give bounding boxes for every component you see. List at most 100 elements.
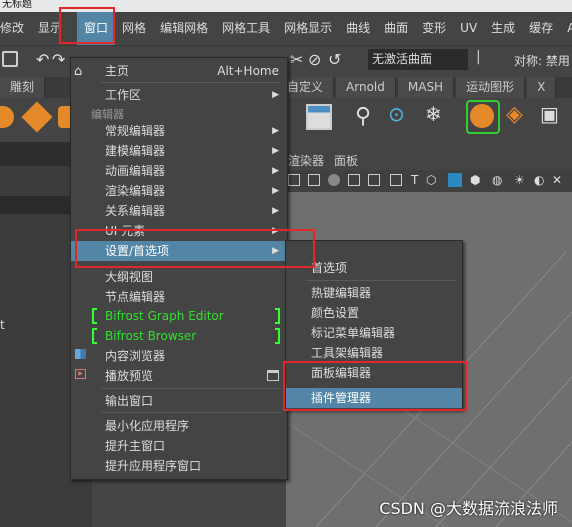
menu-mesh[interactable]: 网格	[115, 12, 153, 45]
diamond-tool-icon[interactable]	[21, 101, 53, 133]
lighting-icon[interactable]: ⬢	[470, 173, 480, 187]
smooth-shade-icon[interactable]	[448, 173, 462, 187]
layers-icon[interactable]: ◈	[506, 102, 523, 127]
menu-item-content-browser[interactable]: 内容浏览器	[71, 346, 287, 366]
redo-arrow-icon[interactable]: ↷	[52, 50, 65, 69]
tab-arnold[interactable]: Arnold	[336, 77, 396, 98]
panel-menu-panels[interactable]: 面板	[334, 152, 368, 169]
submenu-item-marking-menu-editor[interactable]: 标记菜单编辑器	[286, 323, 462, 343]
live-surface-field[interactable]: 无激活曲面	[368, 49, 468, 70]
undo-icon[interactable]: ↶	[36, 50, 49, 69]
menu-cache[interactable]: 缓存	[522, 12, 560, 45]
panel-menu-renderer[interactable]: 渲染器	[288, 152, 334, 169]
submenu-item-hotkey-editor[interactable]: 热键编辑器	[286, 283, 462, 303]
grid-icon[interactable]	[390, 174, 402, 186]
tab-x[interactable]: X	[527, 77, 557, 98]
snap-icon[interactable]: ⊘	[308, 50, 321, 69]
left-panel-text: t	[0, 318, 5, 332]
menu-item-label: 最小化应用程序	[105, 419, 190, 433]
menu-item-minimize-app[interactable]: 最小化应用程序	[71, 416, 287, 436]
menu-item-modeling-editors[interactable]: 建模编辑器 ▶	[71, 141, 287, 161]
menu-edit-mesh[interactable]: 编辑网格	[153, 12, 215, 45]
tab-sculpt[interactable]: 雕刻	[0, 77, 46, 98]
menu-item-node-editor[interactable]: 节点编辑器	[71, 287, 287, 307]
menu-surfaces[interactable]: 曲面	[377, 12, 415, 45]
sculpt-icon[interactable]	[0, 106, 14, 128]
home-shortcut: Alt+Home	[217, 64, 279, 78]
menu-item-render-editors[interactable]: 渲染编辑器 ▶	[71, 181, 287, 201]
menu-item-label: 内容浏览器	[105, 349, 166, 363]
cube-icon[interactable]: ⬡	[426, 173, 436, 187]
shadow-icon[interactable]: ◍	[492, 173, 502, 187]
curve-snap-icon[interactable]: ↺	[328, 50, 341, 69]
menu-item-relationship-editors[interactable]: 关系编辑器 ▶	[71, 201, 287, 221]
menu-item-label: 输出窗口	[105, 394, 154, 408]
shading-icon[interactable]	[328, 174, 340, 186]
watermark: CSDN @大数据流浪法师	[379, 499, 558, 518]
submenu-arrow-icon: ▶	[272, 186, 279, 196]
annotation-box-window-menu	[59, 7, 115, 44]
tab-motion-graphics[interactable]: 运动图形	[456, 77, 526, 98]
submenu-item-shelf-editor[interactable]: 工具架编辑器	[286, 343, 462, 363]
menu-modify[interactable]: 修改	[0, 12, 31, 45]
tab-mash[interactable]: MASH	[397, 77, 455, 98]
submenu-item-color-settings[interactable]: 颜色设置	[286, 303, 462, 323]
menu-deform[interactable]: 变形	[415, 12, 453, 45]
menu-item-label: Bifrost Graph Editor	[105, 309, 224, 323]
menu-item-animation-editors[interactable]: 动画编辑器 ▶	[71, 161, 287, 181]
submenu-arrow-icon: ▶	[272, 166, 279, 176]
menu-item-label: 建模编辑器	[105, 144, 166, 158]
text-icon[interactable]: T	[411, 173, 418, 187]
menu-item-outliner[interactable]: 大纲视图	[71, 267, 287, 287]
menu-item-raise-app-windows[interactable]: 提升应用程序窗口	[71, 456, 287, 476]
image-icon[interactable]	[368, 174, 380, 186]
menu-item-bifrost-browser[interactable]: Bifrost Browser	[71, 326, 287, 346]
light-icon[interactable]: ☀	[514, 173, 525, 187]
menu-separator	[101, 82, 281, 83]
window-dropdown-menu: ⌂ 主页 Alt+Home 工作区 ▶ 编辑器 常规编辑器 ▶ 建模编辑器 ▶ 动画…	[70, 57, 288, 480]
joint-icon[interactable]: ⚲	[355, 104, 371, 129]
menu-generate[interactable]: 生成	[484, 12, 522, 45]
menu-item-label: 提升主窗口	[105, 439, 166, 453]
menu-item-general-editors[interactable]: 常规编辑器 ▶	[71, 121, 287, 141]
option-box-icon[interactable]	[267, 370, 279, 381]
xray-icon[interactable]: ✕	[552, 173, 562, 187]
submenu-arrow-icon: ▶	[272, 146, 279, 156]
viewport-icon-bar: T ⬡ ⬢ ◍ ☀ ◐ ✕	[286, 170, 572, 192]
submenu-arrow-icon: ▶	[272, 90, 279, 100]
grid-table-icon[interactable]	[306, 104, 332, 130]
freeze-icon[interactable]: ❄	[425, 102, 442, 126]
menu-item-playblast[interactable]: 播放预览	[71, 366, 287, 386]
submenu-arrow-icon: ▶	[272, 206, 279, 216]
menu-item-home[interactable]: 主页 Alt+Home	[71, 61, 287, 81]
menu-item-raise-main-window[interactable]: 提升主窗口	[71, 436, 287, 456]
camera-icon[interactable]	[288, 174, 300, 186]
menu-mesh-tools[interactable]: 网格工具	[215, 12, 277, 45]
wire-icon[interactable]	[348, 174, 360, 186]
menu-separator	[101, 388, 281, 389]
magnet-icon[interactable]: ✂	[290, 50, 303, 69]
delete-history-icon[interactable]: ⊙	[388, 102, 405, 126]
menu-item-workspace[interactable]: 工作区 ▶	[71, 85, 287, 105]
menu-item-label: 大纲视图	[105, 270, 154, 284]
menu-item-label: 提升应用程序窗口	[105, 459, 202, 473]
menu-mesh-display[interactable]: 网格显示	[277, 12, 339, 45]
menu-curves[interactable]: 曲线	[339, 12, 377, 45]
symmetry-label[interactable]: 对称: 禁用	[514, 52, 570, 69]
menu-item-home-label: 主页	[105, 64, 130, 78]
section-editors: 编辑器	[91, 108, 124, 121]
display-layer-icon[interactable]: ▣	[540, 102, 559, 126]
submenu-arrow-icon: ▶	[272, 126, 279, 136]
viewport-panel-menu: 渲染器 面板	[286, 150, 572, 170]
frame-icon[interactable]	[308, 174, 320, 186]
menu-item-label: Bifrost Browser	[105, 329, 197, 343]
redo-icon[interactable]	[2, 51, 18, 67]
texture-icon[interactable]: ◐	[534, 173, 544, 187]
menu-item-bifrost-graph-editor[interactable]: Bifrost Graph Editor	[71, 306, 287, 326]
menu-a[interactable]: A	[560, 12, 572, 45]
orange-tool-icon[interactable]	[470, 104, 494, 128]
menu-item-label: 节点编辑器	[105, 290, 166, 304]
menu-item-output-window[interactable]: 输出窗口	[71, 391, 287, 411]
menu-item-label: 动画编辑器	[105, 164, 166, 178]
menu-uv[interactable]: UV	[453, 12, 484, 45]
